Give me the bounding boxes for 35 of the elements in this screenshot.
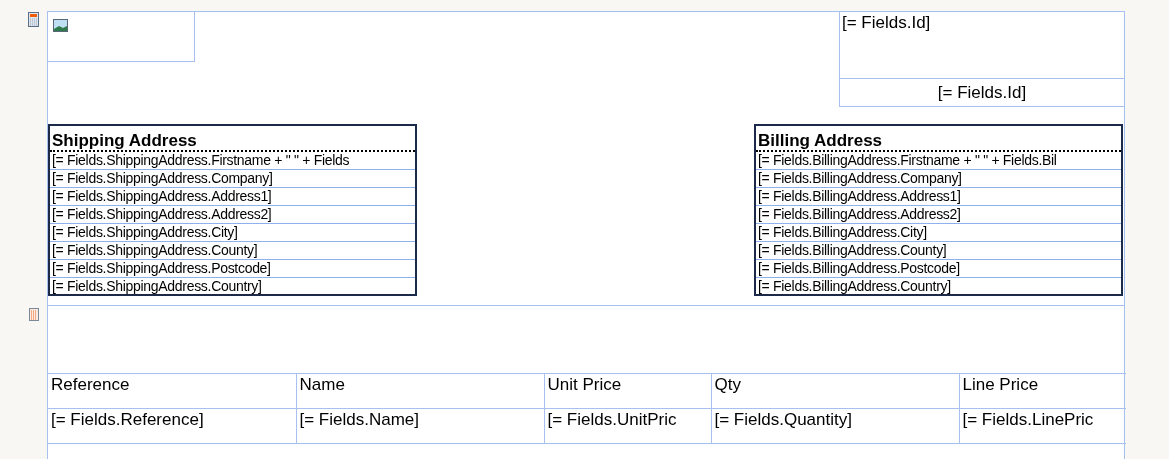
table-cell[interactable]: [= Fields.LinePric: [959, 408, 1126, 444]
address-title: Shipping Address: [50, 126, 415, 152]
id-field[interactable]: [= Fields.Id]: [840, 79, 1124, 107]
address-field[interactable]: [= Fields.ShippingAddress.Address1]: [50, 188, 415, 206]
column-header[interactable]: Reference: [48, 373, 296, 409]
address-field[interactable]: [= Fields.ShippingAddress.Country]: [50, 278, 415, 294]
address-field[interactable]: [= Fields.BillingAddress.Postcode]: [756, 260, 1121, 278]
address-field[interactable]: [= Fields.ShippingAddress.Address2]: [50, 206, 415, 224]
address-field[interactable]: [= Fields.BillingAddress.County]: [756, 242, 1121, 260]
address-block[interactable]: [754, 124, 1123, 296]
address-title: Billing Address: [756, 126, 1121, 152]
address-field[interactable]: [= Fields.BillingAddress.Address1]: [756, 188, 1121, 206]
address-field[interactable]: [= Fields.ShippingAddress.City]: [50, 224, 415, 242]
address-field[interactable]: [= Fields.ShippingAddress.County]: [50, 242, 415, 260]
column-header[interactable]: Qty: [711, 373, 959, 409]
address-field[interactable]: [= Fields.BillingAddress.Firstname + " " + Fields.Bil: [756, 152, 1121, 170]
address-field[interactable]: [= Fields.ShippingAddress.Company]: [50, 170, 415, 188]
id-field[interactable]: [= Fields.Id]: [840, 12, 1124, 79]
table-cell[interactable]: [= Fields.Name]: [296, 408, 544, 444]
address-block[interactable]: [48, 124, 417, 296]
table-icon[interactable]: [29, 308, 39, 321]
address-field[interactable]: [= Fields.BillingAddress.Address2]: [756, 206, 1121, 224]
address-field[interactable]: [= Fields.BillingAddress.Country]: [756, 278, 1121, 294]
address-field[interactable]: [= Fields.BillingAddress.Company]: [756, 170, 1121, 188]
table-cell[interactable]: [= Fields.UnitPric: [544, 408, 711, 444]
column-header[interactable]: Line Price: [959, 373, 1126, 409]
image-icon: [53, 19, 68, 32]
address-field[interactable]: [= Fields.BillingAddress.City]: [756, 224, 1121, 242]
address-field[interactable]: [= Fields.ShippingAddress.Postcode]: [50, 260, 415, 278]
report-icon[interactable]: [28, 12, 39, 27]
table-cell[interactable]: [= Fields.Reference]: [48, 408, 296, 444]
address-field[interactable]: [= Fields.ShippingAddress.Firstname + " " + Fields: [50, 152, 415, 170]
table-cell[interactable]: [= Fields.Quantity]: [711, 408, 959, 444]
column-header[interactable]: Name: [296, 373, 544, 409]
column-header[interactable]: Unit Price: [544, 373, 711, 409]
